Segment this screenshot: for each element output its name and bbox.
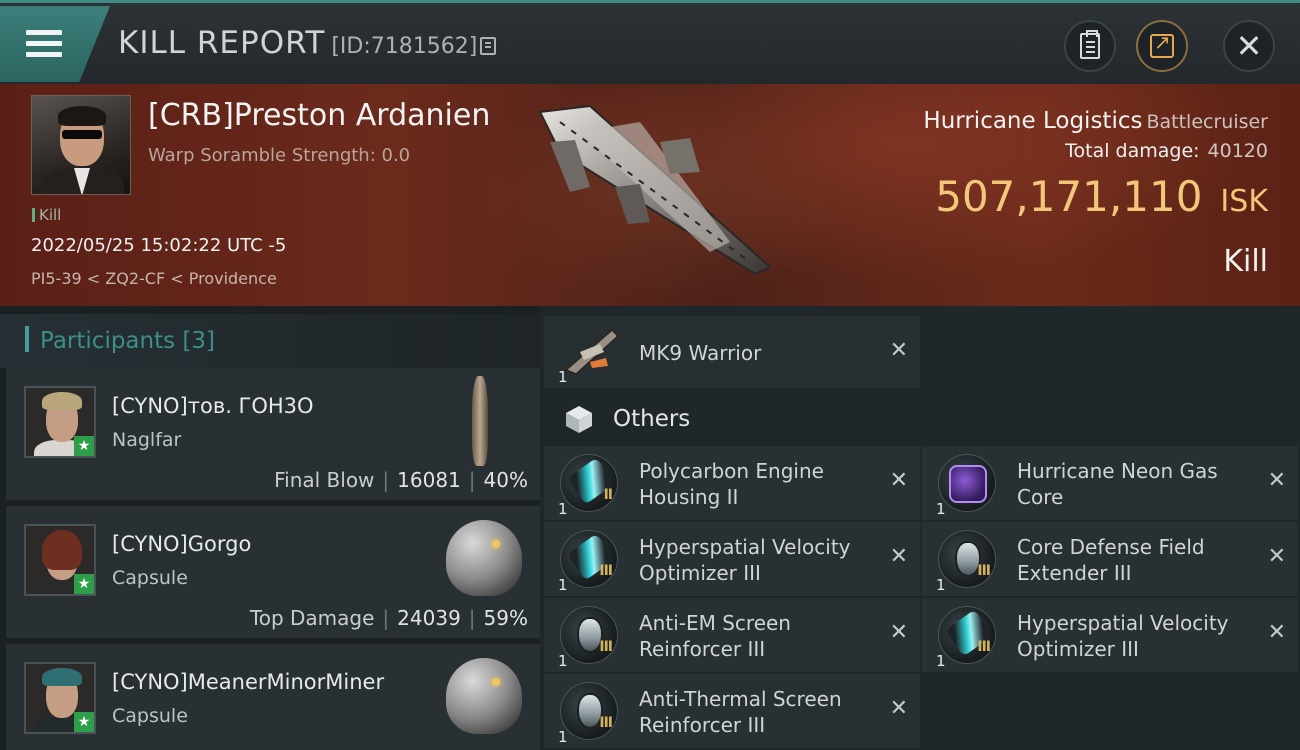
warp-strength: Warp Soramble Strength: 0.0 (148, 145, 411, 166)
avatar: ★ (24, 662, 96, 734)
item-quantity: 1 (558, 728, 568, 746)
item-row[interactable]: 1 Hurricane Neon Gas Core ✕ (922, 446, 1298, 520)
hull-upgrade-icon: III (560, 530, 618, 588)
result-label: Kill (1223, 244, 1268, 279)
participant-stats: Final Blow | 16081 | 40% (274, 468, 528, 492)
title-bar: KILL REPORT[ID:7181562] ✕ (0, 0, 1300, 84)
participant-name: [CYNO]MeanerMinorMiner (112, 670, 385, 694)
participants-count: [3] (182, 328, 216, 354)
item-name: MK9 Warrior (639, 341, 762, 365)
star-icon: ★ (74, 436, 94, 456)
menu-icon (26, 30, 62, 35)
drone-item[interactable]: 1 MK9 Warrior ✕ (544, 316, 920, 388)
star-icon: ★ (74, 712, 94, 732)
participant-ship: Naglfar (112, 429, 182, 451)
item-row[interactable]: III 1 Core Defense Field Extender III ✕ (922, 522, 1298, 596)
shield-upgrade-icon: III (560, 606, 618, 664)
kill-tag: Kill (32, 206, 61, 224)
item-row[interactable]: II 1 Polycarbon Engine Housing II ✕ (544, 446, 920, 520)
others-header: Others (544, 388, 920, 446)
shield-upgrade-icon: III (938, 530, 996, 588)
capsule-icon (446, 520, 522, 596)
shield-upgrade-icon: III (560, 682, 618, 740)
gas-core-icon (938, 454, 996, 512)
cube-icon (566, 406, 592, 433)
participant-row[interactable]: ★ [CYNO]тов. ГОН3О Naglfar Final Blow | 16… (6, 368, 540, 500)
star-icon: ★ (74, 574, 94, 594)
participant-row[interactable]: ★ [CYNO]Gorgo Capsule Top Damage | 24039 | 5… (6, 506, 540, 638)
remove-icon[interactable]: ✕ (890, 620, 908, 645)
participant-ship: Capsule (112, 567, 188, 589)
participant-stats: Top Damage | 24039 | 59% (249, 606, 528, 630)
item-quantity: 1 (936, 576, 946, 594)
items-panel: 1 MK9 Warrior ✕ Others II 1 Polycarbon E… (540, 306, 1300, 750)
hull-upgrade-icon: III (938, 606, 996, 664)
item-row[interactable]: III 1 Anti-EM Screen Reinforcer III ✕ (544, 598, 920, 672)
share-icon (1150, 30, 1174, 58)
close-icon: ✕ (1235, 27, 1263, 65)
item-quantity: 1 (558, 652, 568, 670)
item-name: Anti-EM Screen Reinforcer III (639, 611, 791, 661)
kill-id: [ID:7181562] (331, 34, 478, 59)
kill-datetime: 2022/05/25 15:02:22 UTC -5 (31, 235, 287, 256)
item-quantity: 1 (936, 500, 946, 518)
clipboard-icon (1080, 30, 1100, 59)
ship-icon (472, 376, 488, 466)
participant-row[interactable]: ★ [CYNO]MeanerMinorMiner Capsule (6, 644, 540, 750)
item-quantity: 1 (558, 368, 568, 386)
victim-ship-image (538, 104, 772, 276)
remove-icon[interactable]: ✕ (890, 544, 908, 569)
item-row[interactable]: III 1 Anti-Thermal Screen Reinforcer III… (544, 674, 920, 748)
isk-value: 507,171,110 ISK (935, 172, 1268, 221)
victim-ship[interactable]: Hurricane Logistics Battlecruiser (923, 108, 1268, 134)
item-name: Hyperspatial Velocity Optimizer III (639, 535, 851, 585)
participant-ship: Capsule (112, 705, 188, 727)
copy-icon[interactable] (480, 37, 497, 55)
participants-panel: Participants [3] ★ [CYNO]тов. ГОН3О Nagl… (0, 306, 540, 750)
avatar: ★ (24, 524, 96, 596)
item-name: Hyperspatial Velocity Optimizer III (1017, 611, 1229, 661)
kill-location[interactable]: PI5-39 < ZQ2-CF < Providence (31, 269, 277, 288)
capsule-icon (446, 658, 522, 734)
remove-icon[interactable]: ✕ (890, 338, 908, 363)
title-label: KILL REPORT (118, 25, 326, 61)
drone-icon (564, 328, 620, 375)
remove-icon[interactable]: ✕ (1268, 544, 1286, 569)
remove-icon[interactable]: ✕ (1268, 468, 1286, 493)
remove-icon[interactable]: ✕ (890, 696, 908, 721)
item-row[interactable]: III 1 Hyperspatial Velocity Optimizer II… (922, 598, 1298, 672)
item-quantity: 1 (558, 576, 568, 594)
remove-icon[interactable]: ✕ (1268, 620, 1286, 645)
victim-portrait[interactable] (31, 95, 131, 195)
item-quantity: 1 (936, 652, 946, 670)
clipboard-button[interactable] (1064, 20, 1116, 72)
item-name: Hurricane Neon Gas Core (1017, 459, 1218, 509)
remove-icon[interactable]: ✕ (890, 468, 908, 493)
participants-header: Participants [3] (0, 314, 540, 368)
item-row[interactable]: III 1 Hyperspatial Velocity Optimizer II… (544, 522, 920, 596)
victim-name[interactable]: [CRB]Preston Ardanien (148, 98, 490, 133)
item-name: Polycarbon Engine Housing II (639, 459, 824, 509)
total-damage: Total damage: 40120 (1065, 140, 1268, 162)
page-title: KILL REPORT [ID:7181562] (118, 25, 497, 61)
avatar: ★ (24, 386, 96, 458)
menu-button[interactable] (0, 6, 110, 82)
victim-panel: [CRB]Preston Ardanien Warp Soramble Stre… (0, 84, 1300, 306)
close-button[interactable]: ✕ (1223, 20, 1275, 72)
item-quantity: 1 (558, 500, 568, 518)
share-button[interactable] (1136, 20, 1188, 72)
item-name: Core Defense Field Extender III (1017, 535, 1205, 585)
participant-name: [CYNO]Gorgo (112, 532, 252, 556)
hull-upgrade-icon: II (560, 454, 618, 512)
item-name: Anti-Thermal Screen Reinforcer III (639, 687, 842, 737)
participant-name: [CYNO]тов. ГОН3О (112, 394, 314, 418)
